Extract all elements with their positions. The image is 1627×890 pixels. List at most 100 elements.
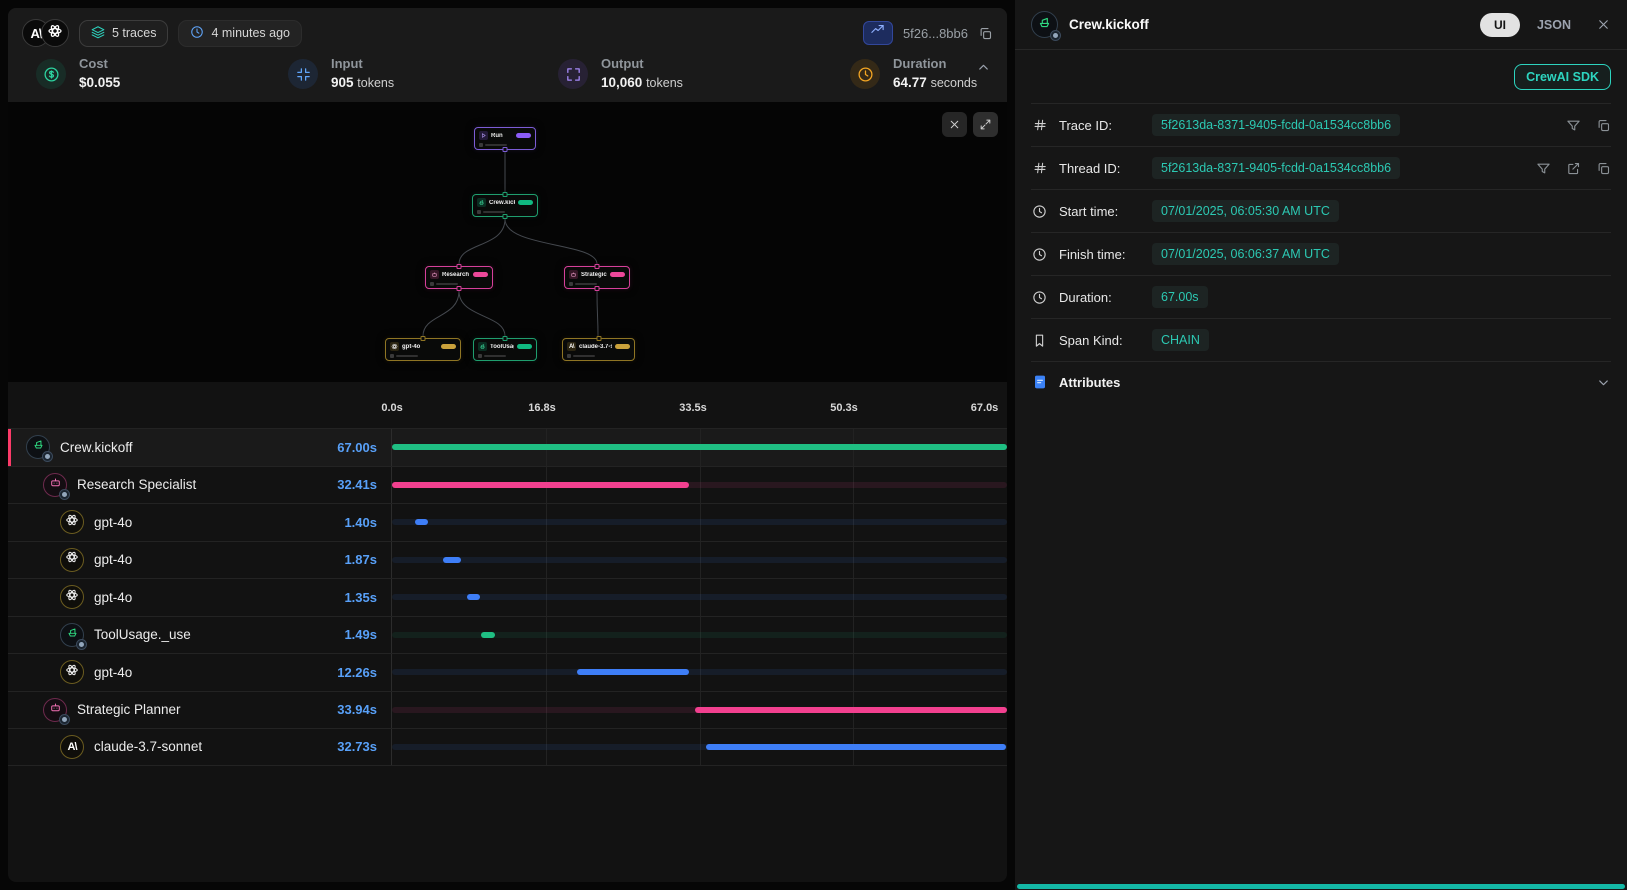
span-track — [391, 467, 1007, 504]
node-label: ToolUsage._use — [490, 344, 514, 350]
detail-row-finish-time-: Finish time:07/01/2025, 06:06:37 AM UTC — [1031, 232, 1611, 275]
axis-tick-label: 67.0s — [971, 402, 999, 414]
clock-icon — [857, 66, 874, 83]
span-bar — [443, 557, 460, 563]
tab-ui[interactable]: UI — [1480, 13, 1520, 37]
crewai-icon — [479, 343, 486, 350]
trace-age-badge[interactable]: 4 minutes ago — [178, 20, 302, 47]
axis-tick-label: 50.3s — [830, 402, 858, 414]
graph-node-strategic-planner[interactable]: Strategic Planner — [564, 266, 630, 289]
graph-node-run[interactable]: Run — [474, 127, 536, 150]
node-subline — [390, 354, 456, 358]
collapse-stats-button[interactable] — [976, 60, 991, 80]
span-track — [391, 729, 1007, 765]
openai-icon — [65, 663, 79, 677]
chevron-down-icon[interactable] — [1596, 375, 1611, 390]
detail-row-label: Duration: — [1059, 290, 1141, 305]
external-button[interactable] — [1566, 161, 1581, 176]
graph-node-claude-3-7-sonnet[interactable]: A\claude-3.7-sonnet — [562, 338, 635, 361]
traces-count-badge[interactable]: 5 traces — [79, 20, 168, 47]
span-row-gpt-4o[interactable]: gpt-4o1.35s — [8, 578, 1007, 616]
span-track — [391, 579, 1007, 616]
copy-button[interactable] — [1596, 161, 1611, 176]
graph-node-toolusage-use[interactable]: ToolUsage._use — [473, 338, 537, 361]
graph-node-crew-kickoff[interactable]: Crew.kickoff — [472, 194, 538, 217]
arrows-in-icon — [295, 66, 312, 83]
provider-avatars: A\ — [22, 19, 69, 47]
detail-title: Crew.kickoff — [1069, 17, 1149, 32]
stat-output: Output10,060 tokens — [558, 56, 850, 90]
clock-icon — [1032, 290, 1047, 305]
span-duration: 67.00s — [337, 440, 377, 455]
span-row-crew-kickoff[interactable]: Crew.kickoff 67.00s — [8, 428, 1007, 466]
node-subline — [478, 354, 532, 358]
node-label: Crew.kickoff — [489, 200, 515, 206]
copy-button[interactable] — [1596, 118, 1611, 133]
node-label: Run — [491, 133, 513, 139]
detail-row-value: 67.00s — [1152, 286, 1208, 308]
detail-row-label: Trace ID: — [1059, 118, 1141, 133]
tab-json[interactable]: JSON — [1537, 18, 1571, 32]
span-row-gpt-4o[interactable]: gpt-4o1.87s — [8, 541, 1007, 579]
stat-input: Input905 tokens — [288, 56, 558, 90]
span-duration: 1.49s — [344, 627, 377, 642]
axis-tick-label: 33.5s — [679, 402, 707, 414]
stats-row: Cost$0.055Input905 tokensOutput10,060 to… — [22, 48, 993, 90]
document-icon — [1032, 374, 1048, 390]
graph-node-research-speciali-[interactable]: Research Speciali... — [425, 266, 493, 289]
close-icon — [948, 118, 961, 131]
detail-close-button[interactable] — [1596, 17, 1611, 32]
anthropic-icon: A\ — [60, 735, 84, 759]
detail-row-thread-id-: Thread ID:5f2613da-8371-9405-fcdd-0a1534… — [1031, 146, 1611, 189]
instrumentation-badge-icon — [1050, 30, 1061, 41]
openai-icon — [65, 513, 79, 527]
node-duration-badge — [615, 344, 630, 349]
stat-value: $0.055 — [79, 75, 120, 90]
filter-icon — [1566, 118, 1581, 133]
graph-expand-button[interactable] — [973, 112, 998, 137]
metrics-button[interactable] — [863, 21, 893, 45]
close-icon — [1596, 17, 1611, 32]
span-row-gpt-4o[interactable]: gpt-4o1.40s — [8, 503, 1007, 541]
span-row-claude-3-7-sonnet[interactable]: A\claude-3.7-sonnet32.73s — [8, 728, 1007, 766]
graph-node-gpt-4o[interactable]: gpt-4o — [385, 338, 461, 361]
filter-icon — [1536, 161, 1551, 176]
openai-icon — [60, 548, 84, 572]
span-row-gpt-4o[interactable]: gpt-4o12.26s — [8, 653, 1007, 691]
graph-close-button[interactable] — [942, 112, 967, 137]
span-track-bg — [392, 594, 1007, 600]
stat-label: Input — [331, 56, 394, 71]
attributes-section-toggle[interactable]: Attributes — [1031, 361, 1611, 402]
detail-row-duration-: Duration: 67.00s — [1031, 275, 1611, 318]
copy-icon — [978, 26, 993, 41]
robot-icon — [49, 476, 62, 489]
instrumentation-badge-icon — [42, 451, 53, 462]
node-label: Strategic Planner — [581, 272, 607, 278]
span-name: ToolUsage._use — [94, 627, 191, 642]
stat-label: Output — [601, 56, 683, 71]
span-duration: 1.40s — [344, 515, 377, 530]
span-bar — [695, 707, 1007, 713]
robot-icon — [431, 271, 438, 278]
openai-icon — [47, 23, 63, 39]
span-name: Strategic Planner — [77, 702, 181, 717]
trace-header: A\ 5 traces 4 minutes ago 5f26...8bb6 Co… — [8, 8, 1007, 102]
copy-trace-id-button[interactable] — [978, 26, 993, 41]
detail-row-value: 07/01/2025, 06:05:30 AM UTC — [1152, 200, 1339, 222]
span-track — [391, 429, 1007, 466]
detail-row-label: Start time: — [1059, 204, 1141, 219]
openai-icon — [391, 343, 398, 350]
arrows-in-icon — [288, 59, 318, 89]
span-row-research-specialist[interactable]: Research Specialist32.41s — [8, 466, 1007, 504]
instrumentation-badge-icon — [59, 489, 70, 500]
span-name: Crew.kickoff — [60, 440, 133, 455]
filter-button[interactable] — [1536, 161, 1551, 176]
horizontal-scrollbar[interactable] — [1017, 884, 1625, 889]
crewai-icon — [478, 199, 485, 206]
openai-icon — [65, 588, 79, 602]
span-row-strategic-planner[interactable]: Strategic Planner33.94s — [8, 691, 1007, 729]
filter-button[interactable] — [1566, 118, 1581, 133]
external-icon — [1566, 161, 1581, 176]
span-row-toolusage-use[interactable]: ToolUsage._use 1.49s — [8, 616, 1007, 654]
traces-count-label: 5 traces — [112, 26, 156, 40]
